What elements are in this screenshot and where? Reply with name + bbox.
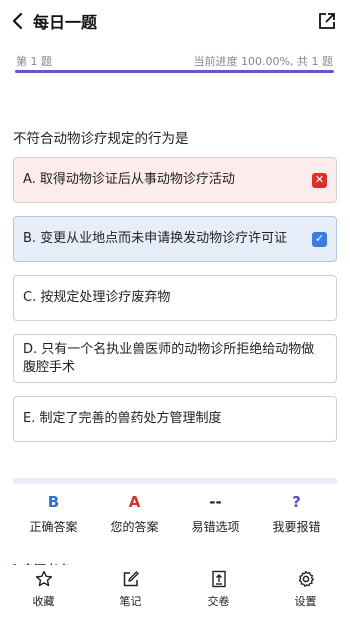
option-label: D. 只有一个名执业兽医师的动物诊所拒绝给动物做腹腔手术 [23, 341, 315, 375]
back-icon[interactable] [8, 11, 28, 31]
gear-icon [298, 570, 314, 587]
nav-submit[interactable]: 交卷 [175, 565, 262, 609]
progress-status: 当前进度 100.00%, 共 1 题 [193, 55, 333, 68]
progress-row: 第 1 题 当前进度 100.00%, 共 1 题 [0, 49, 350, 69]
option-label: B. 变更从业地点而未申请换发动物诊疗许可证 [23, 231, 288, 246]
option-a[interactable]: A. 取得动物诊证后从事动物诊疗活动 ✕ [13, 157, 337, 203]
common-mistake-label: 易错选项 [191, 520, 240, 534]
option-label: E. 制定了完善的兽药处方管理制度 [23, 411, 222, 426]
edit-icon [123, 571, 139, 587]
nav-favorite[interactable]: 收藏 [0, 565, 87, 609]
stat-your-answer: A 您的答案 [94, 484, 175, 535]
stat-common-mistake: -- 易错选项 [175, 484, 256, 535]
option-label: C. 按规定处理诊疗废弃物 [23, 290, 171, 305]
your-answer-label: 您的答案 [110, 520, 159, 534]
nav-settings[interactable]: 设置 [262, 565, 349, 609]
report-error-button[interactable]: ? 我要报错 [256, 484, 337, 535]
question-number: 第 1 题 [16, 55, 52, 68]
option-c[interactable]: C. 按规定处理诊疗废弃物 [13, 275, 337, 321]
answer-stats: B 正确答案 A 您的答案 -- 易错选项 ? 我要报错 [13, 484, 337, 544]
nav-notes[interactable]: 笔记 [87, 565, 174, 609]
nav-submit-label: 交卷 [207, 595, 230, 608]
nav-favorite-label: 收藏 [32, 595, 55, 608]
your-answer-value: A [128, 493, 141, 511]
bottom-nav: 收藏 笔记 交卷 设置 [0, 565, 350, 622]
progress-bar [15, 70, 334, 73]
option-e[interactable]: E. 制定了完善的兽药处方管理制度 [13, 396, 337, 442]
common-mistake-value: -- [209, 493, 222, 511]
option-b[interactable]: B. 变更从业地点而未申请换发动物诊疗许可证 ✓ [13, 216, 337, 262]
submit-paper-icon [211, 570, 226, 588]
check-mark-icon: ✓ [312, 231, 327, 247]
report-label: 我要报错 [272, 520, 321, 534]
report-value: ? [292, 493, 301, 511]
nav-notes-label: 笔记 [119, 595, 142, 608]
wrong-mark-icon: ✕ [312, 172, 327, 188]
question-text: 不符合动物诊疗规定的行为是 [13, 131, 189, 147]
correct-answer-value: B [47, 493, 60, 511]
page-title: 每日一题 [33, 13, 98, 32]
star-icon [35, 570, 52, 587]
correct-answer-label: 正确答案 [29, 520, 78, 534]
stat-correct-answer: B 正确答案 [13, 484, 94, 535]
top-bar: 每日一题 [0, 0, 350, 42]
nav-settings-label: 设置 [294, 595, 317, 608]
share-icon[interactable] [318, 12, 336, 30]
option-label: A. 取得动物诊证后从事动物诊疗活动 [23, 172, 235, 187]
progress-bar-fill [15, 70, 334, 73]
option-d[interactable]: D. 只有一个名执业兽医师的动物诊所拒绝给动物做腹腔手术 [13, 334, 337, 383]
